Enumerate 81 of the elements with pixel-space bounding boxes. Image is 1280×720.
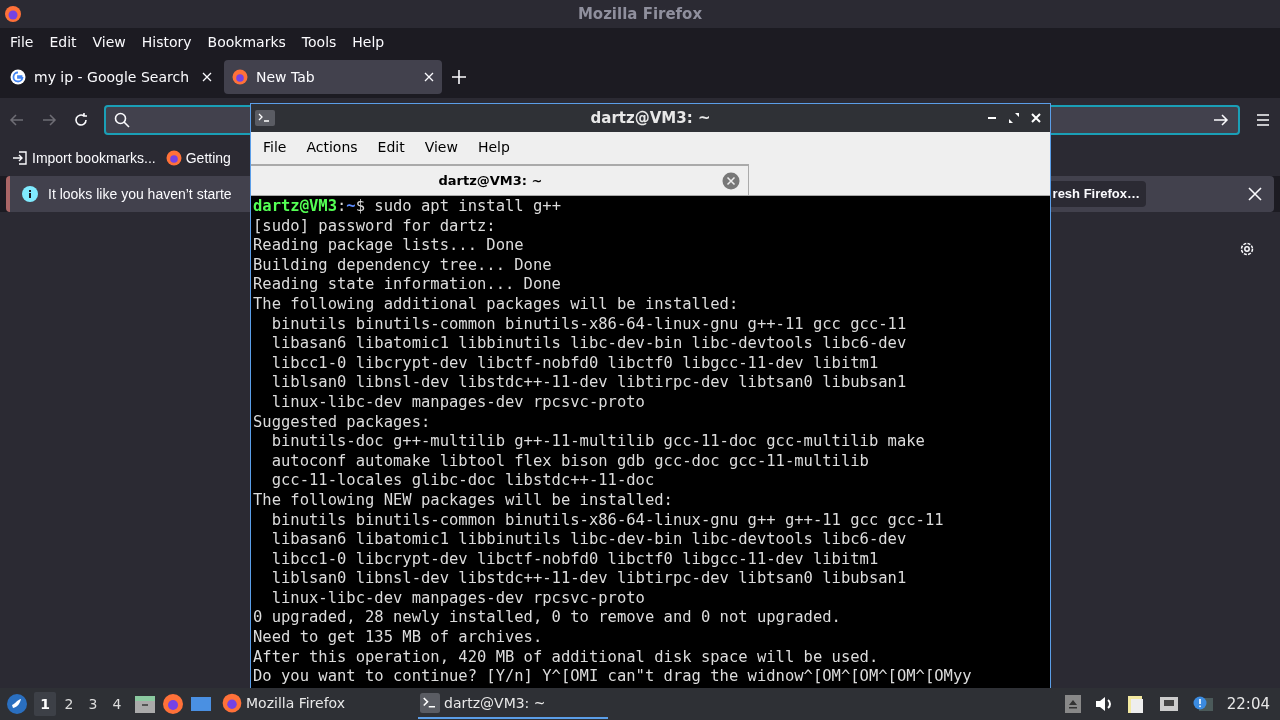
menu-item[interactable]: History [135,29,198,55]
terminal-line: linux-libc-dev manpages-dev rpcsvc-proto [270,392,646,413]
terminal-line: The following NEW packages will be installed: [253,490,674,511]
file-manager-icon[interactable] [134,694,156,714]
terminal-line: binutils binutils-common binutils-x86-64-linux-gnu g++-11 gcc gcc-11 [270,314,908,335]
browser-tab[interactable]: my ip - Google Search [2,60,220,94]
reload-icon[interactable] [72,111,90,129]
terminal-line: gcc-11-locales glibc-doc libstdc++-11-doc [270,471,656,491]
menu-item[interactable]: Help [469,134,518,160]
bookmark-item[interactable]: Import bookmarks... [12,147,156,169]
menu-item[interactable]: File [255,134,295,160]
menu-item[interactable]: Bookmarks [201,29,292,55]
network-icon[interactable] [1158,696,1179,712]
close-icon[interactable] [1248,187,1262,201]
terminal-line: Reading state information... Done [253,275,562,295]
terminal-line: Building dependency tree... Done [253,255,553,276]
close-tab-icon[interactable] [424,72,434,82]
menu-icon[interactable] [1254,111,1272,129]
update-alert-icon[interactable] [1192,696,1213,712]
desktop-icon[interactable] [190,694,212,714]
eject-icon[interactable] [1064,695,1081,713]
clipboard-icon[interactable] [1126,694,1145,714]
terminal-line: libcc1-0 libcrypt-dev libctf-nobfd0 libctf0 libgcc-11-dev libitm1 [270,353,880,374]
terminal-tab[interactable]: dartz@VM3: ~ [251,164,749,195]
import-icon [12,150,28,166]
workspace-button[interactable]: 4 [106,692,128,716]
terminal-line: Need to get 135 MB of archives. [253,628,544,648]
firefox-icon [222,693,242,713]
menu-item[interactable]: View [416,134,466,160]
terminal-line: libcc1-0 libcrypt-dev libctf-nobfd0 libctf0 libgcc-11-dev libitm1 [270,549,880,570]
terminal-title: dartz@VM3: ~ [590,107,711,129]
terminal-line: binutils binutils-common binutils-x86-64-linux-gnu g++ g++-11 gcc gcc-11 [270,510,945,531]
close-tab-icon[interactable] [202,72,212,82]
search-icon [114,112,130,128]
taskbar-button[interactable]: Mozilla Firefox [220,689,410,719]
menu-item[interactable]: Help [346,29,391,55]
firefox-logo-icon [4,5,22,23]
terminal-line: The following additional packages will be installed: [253,294,740,315]
workspace-button[interactable]: 3 [82,692,104,716]
new-tab-icon[interactable] [452,70,466,84]
terminal-line: Do you want to continue? [Y/n] Y^[OMI can"t drag the widnow^[OM^[OM^[OM^[OMyy [253,667,973,687]
terminal-line: Reading package lists... Done [253,236,525,256]
terminal-line: dartz@VM3:~$ sudo apt install g++ [253,197,562,217]
menu-item[interactable]: Actions [298,134,366,160]
workspace-button[interactable]: 1 [34,692,56,716]
settings-icon[interactable] [1238,240,1256,258]
terminal-line: After this operation, 420 MB of additional disk space will be used. [253,647,880,668]
terminal-icon [420,693,440,713]
menu-item[interactable]: Edit [369,134,413,160]
browser-tab[interactable]: New Tab [224,60,442,94]
menu-item[interactable]: File [4,29,40,55]
firefox-icon [165,150,182,166]
volume-icon[interactable] [1094,696,1113,712]
terminal-line: Suggested packages: [253,412,432,433]
menu-item[interactable]: Edit [43,29,83,55]
workspace-button[interactable]: 2 [58,692,80,716]
window-title: Mozilla Firefox [577,3,703,25]
terminal-line: autoconf automake libtool flex bison gdb gcc-doc gcc-11-multilib [270,451,870,472]
terminal-line: libasan6 libatomic1 libbinutils libc-dev-bin libc-devtools libc6-dev [270,334,908,354]
terminal-line: linux-libc-dev manpages-dev rpcsvc-proto [270,588,646,609]
terminal-line: 0 upgraded, 28 newly installed, 0 to remove and 0 not upgraded. [253,608,842,629]
terminal-line: [sudo] password for dartz: [253,216,497,237]
terminal-icon [255,110,275,126]
terminal-line: binutils-doc g++-multilib g++-11-multilib gcc-11-doc gcc-multilib make [270,432,926,452]
terminal-line: libasan6 libatomic1 libbinutils libc-dev-bin libc-devtools libc6-dev [270,530,908,550]
bookmark-item[interactable]: Getting [165,147,231,169]
close-icon[interactable] [1030,112,1042,124]
firefox-icon[interactable] [162,693,184,715]
start-menu-icon[interactable] [6,693,28,715]
terminal-line: liblsan0 libnsl-dev libstdc++-11-dev libtirpc-dev libtsan0 libubsan1 [270,373,908,393]
google-g-icon [10,69,26,85]
refresh-button[interactable]: resh Firefox… [1048,181,1146,207]
menu-item[interactable]: Tools [295,29,343,55]
menu-item[interactable]: View [86,29,132,55]
clock: 22:04 [1226,693,1270,715]
taskbar-button[interactable]: dartz@VM3: ~ [418,689,608,719]
maximize-icon[interactable] [1008,112,1020,124]
firefox-icon [232,69,248,85]
terminal-line: liblsan0 libnsl-dev libstdc++-11-dev libtirpc-dev libtsan0 libubsan1 [270,569,908,589]
notification-text: It looks like you haven’t starte [48,184,232,204]
info-icon [22,186,38,202]
